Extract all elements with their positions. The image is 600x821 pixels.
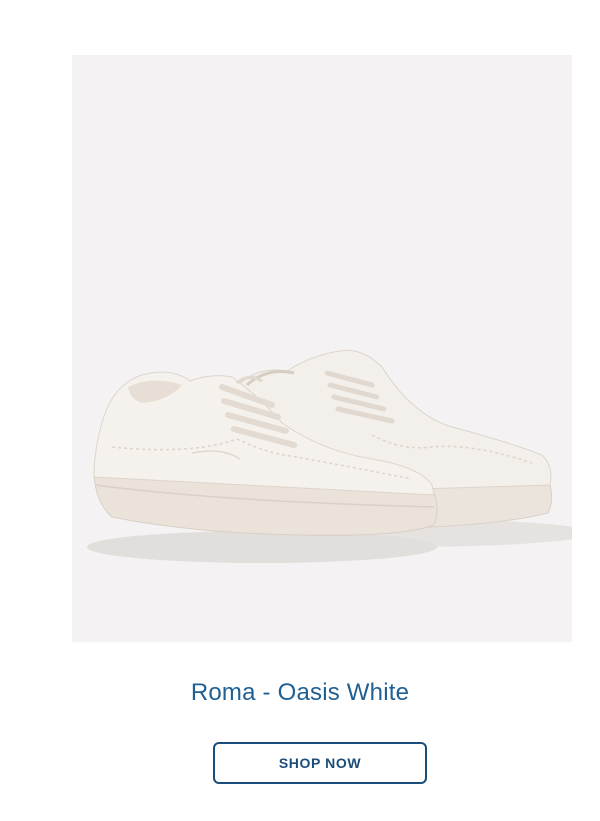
product-image[interactable] xyxy=(72,55,572,642)
product-card: Roma - Oasis White SHOP NOW xyxy=(0,0,600,821)
product-title[interactable]: Roma - Oasis White xyxy=(0,676,600,710)
shop-now-button[interactable]: SHOP NOW xyxy=(213,742,427,784)
shoe-pair-icon xyxy=(87,349,572,563)
